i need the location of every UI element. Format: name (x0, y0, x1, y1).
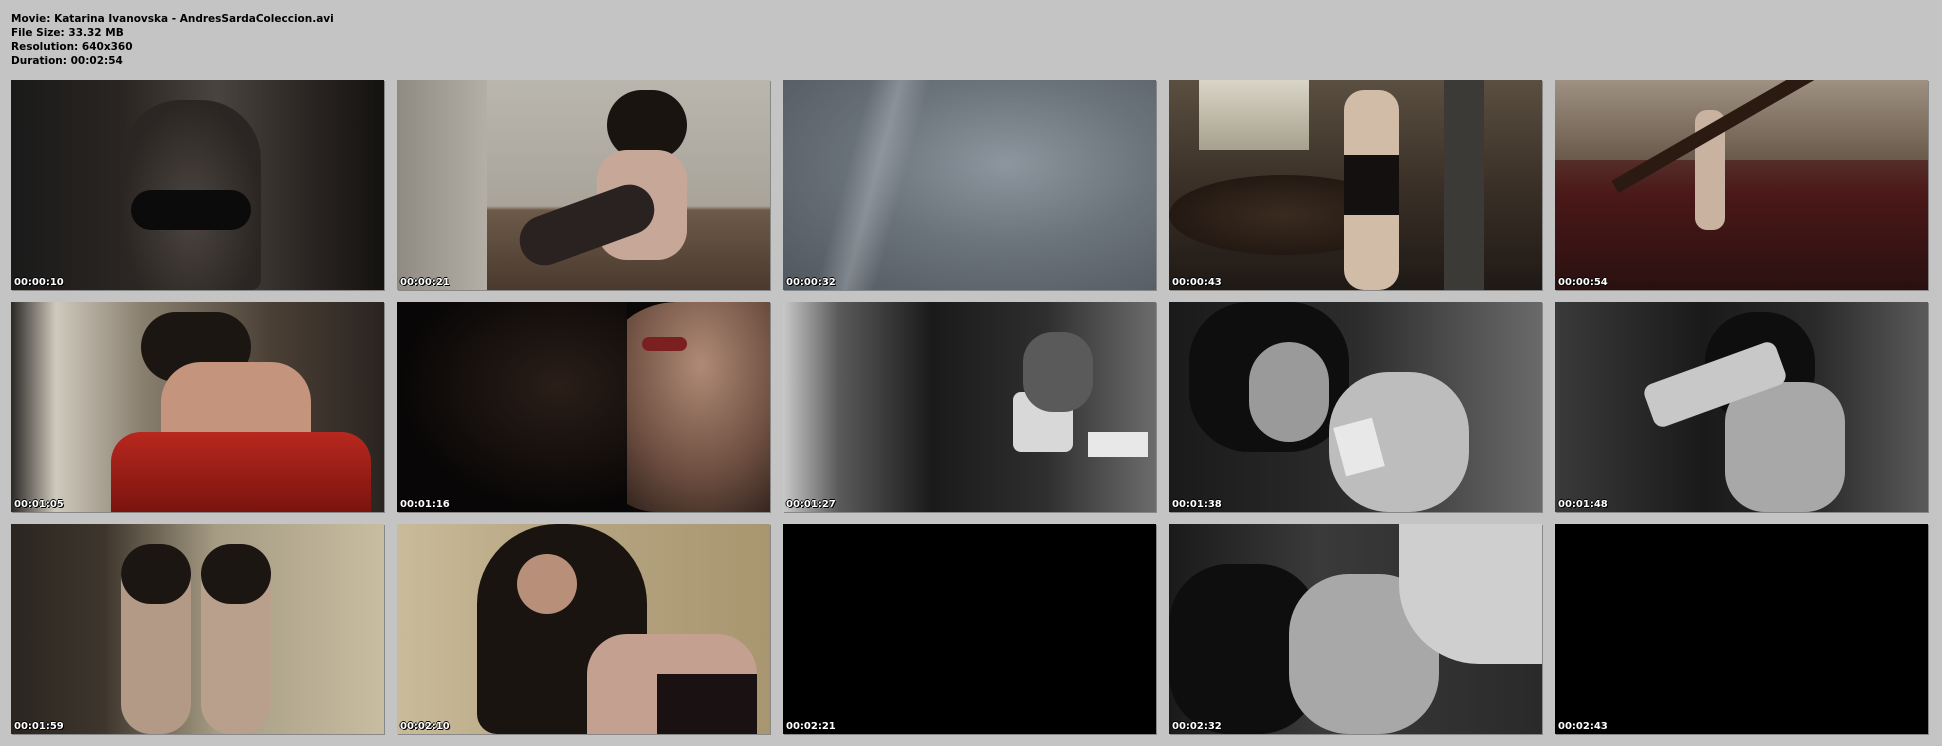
thumbnail: 00:00:10 (11, 80, 384, 290)
thumbnail: 00:02:43 (1555, 524, 1928, 734)
thumbnail: 00:02:32 (1169, 524, 1542, 734)
thumbnail: 00:01:05 (11, 302, 384, 512)
thumbnail: 00:02:10 (397, 524, 770, 734)
timestamp: 00:01:05 (14, 499, 64, 510)
thumbnail: 00:02:21 (783, 524, 1156, 734)
timestamp: 00:00:32 (786, 277, 836, 288)
timestamp: 00:01:59 (14, 721, 64, 732)
timestamp: 00:00:10 (14, 277, 64, 288)
thumbnail: 00:00:32 (783, 80, 1156, 290)
timestamp: 00:02:10 (400, 721, 450, 732)
file-size: File Size: 33.32 MB (11, 27, 124, 39)
timestamp: 00:02:43 (1558, 721, 1608, 732)
thumbnail: 00:00:21 (397, 80, 770, 290)
thumbnail: 00:00:54 (1555, 80, 1928, 290)
thumbnail-grid: 00:00:10 00:00:21 00:00:32 00:00:43 00:0… (11, 80, 1931, 734)
timestamp: 00:00:21 (400, 277, 450, 288)
thumbnail: 00:01:48 (1555, 302, 1928, 512)
timestamp: 00:02:21 (786, 721, 836, 732)
timestamp: 00:01:16 (400, 499, 450, 510)
timestamp: 00:00:54 (1558, 277, 1608, 288)
timestamp: 00:01:48 (1558, 499, 1608, 510)
movie-title: Movie: Katarina Ivanovska - AndresSardaC… (11, 13, 334, 25)
timestamp: 00:02:32 (1172, 721, 1222, 732)
thumbnail: 00:01:27 (783, 302, 1156, 512)
timestamp: 00:01:27 (786, 499, 836, 510)
timestamp: 00:00:43 (1172, 277, 1222, 288)
resolution: Resolution: 640x360 (11, 41, 133, 53)
timestamp: 00:01:38 (1172, 499, 1222, 510)
thumbnail: 00:01:38 (1169, 302, 1542, 512)
thumbnail: 00:01:59 (11, 524, 384, 734)
thumbnail: 00:01:16 (397, 302, 770, 512)
thumbnail: 00:00:43 (1169, 80, 1542, 290)
duration: Duration: 00:02:54 (11, 55, 123, 67)
file-info-header: Movie: Katarina Ivanovska - AndresSardaC… (11, 12, 334, 68)
